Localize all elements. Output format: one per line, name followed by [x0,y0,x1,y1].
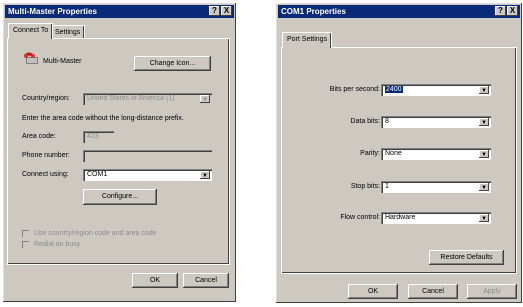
connect-using-label: Connect using: [22,171,69,178]
port-settings-panel [281,47,517,274]
chevron-down-icon: ▼ [479,183,489,191]
area-code-value: 423 [87,133,99,140]
connection-icon [22,50,40,66]
title-bar: Multi-Master Properties ? X [5,5,234,18]
use-country-label: Use country/region code and area code [34,230,157,237]
area-code-label: Area code: [22,133,56,140]
cancel-button[interactable]: Cancel [408,284,458,299]
apply-button[interactable]: Apply [467,284,517,299]
data-bits-select[interactable]: 8 ▼ [381,116,491,128]
multi-master-properties-window: Multi-Master Properties ? X Connect To S… [2,2,237,303]
bits-per-second-value: 2400 [385,86,403,93]
change-icon-button[interactable]: Change Icon... [134,56,211,71]
redial-label: Redial on busy [34,241,81,248]
bits-per-second-label: Bits per second: [329,86,380,93]
chevron-down-icon: ▼ [479,86,489,94]
parity-value: None [385,150,402,157]
chevron-down-icon: ▼ [200,95,210,103]
connect-using-value: COM1 [87,171,108,178]
configure-button[interactable]: Configure... [83,189,157,205]
window-title: Multi-Master Properties [8,7,97,16]
parity-label: Parity: [360,150,380,157]
connect-using-select[interactable]: COM1 ▼ [83,169,212,181]
parity-select[interactable]: None ▼ [381,148,491,160]
stop-bits-select[interactable]: 1 ▼ [381,181,491,193]
help-button[interactable]: ? [495,6,506,16]
help-button[interactable]: ? [209,6,220,16]
country-label: Country/region: [22,95,70,102]
close-button[interactable]: X [221,6,232,16]
chevron-down-icon: ▼ [479,150,489,158]
tab-port-settings[interactable]: Port Settings [282,32,333,48]
window-title: COM1 Properties [281,7,346,16]
flow-control-label: Flow control: [340,214,380,221]
stop-bits-value: 1 [385,183,389,190]
cancel-button[interactable]: Cancel [183,273,229,288]
chevron-down-icon: ▼ [479,214,489,222]
redial-checkbox[interactable] [22,241,29,248]
stop-bits-label: Stop bits: [350,183,380,190]
area-code-field[interactable]: 423 [83,131,114,143]
tab-settings[interactable]: Settings [50,25,86,39]
close-button[interactable]: X [507,6,518,16]
country-value: United States of America (1) [87,95,175,102]
connection-name: Multi-Master [43,58,82,65]
flow-control-value: Hardware [385,214,416,221]
ok-button[interactable]: OK [348,284,398,299]
country-select[interactable]: United States of America (1) ▼ [83,93,212,105]
tab-connect-to[interactable]: Connect To [8,23,54,39]
com1-properties-window: COM1 Properties ? X Port Settings Bits p… [275,2,523,304]
use-country-checkbox[interactable] [22,230,29,237]
restore-defaults-button[interactable]: Restore Defaults [429,250,504,265]
data-bits-label: Data bits: [350,118,380,125]
phone-number-label: Phone number: [22,152,70,159]
title-bar: COM1 Properties ? X [278,5,520,18]
phone-number-field[interactable] [83,150,212,162]
flow-control-select[interactable]: Hardware ▼ [381,212,491,224]
chevron-down-icon: ▼ [200,171,210,179]
data-bits-value: 8 [385,118,389,125]
ok-button[interactable]: OK [132,273,178,288]
chevron-down-icon: ▼ [479,118,489,126]
bits-per-second-select[interactable]: 2400 ▼ [381,84,491,96]
area-code-hint: Enter the area code without the long-dis… [22,115,184,122]
